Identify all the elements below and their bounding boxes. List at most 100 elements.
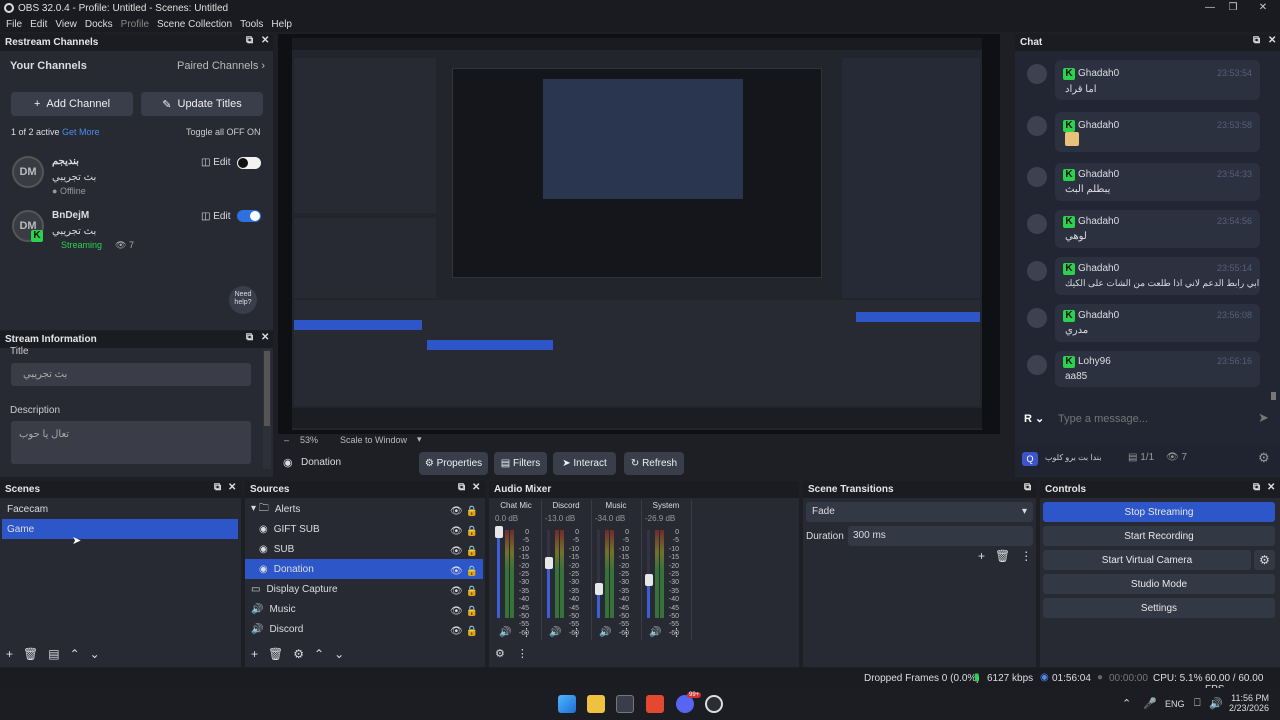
stop-streaming-button[interactable]: Stop Streaming	[1043, 502, 1275, 522]
windows-start-icon[interactable]	[558, 695, 576, 713]
transition-select[interactable]: Fade ▾	[806, 502, 1033, 522]
volume-fader-fill[interactable]	[547, 560, 550, 618]
mute-button[interactable]: 🔊	[499, 627, 511, 638]
need-help-button[interactable]: Need help?	[229, 286, 257, 314]
trash-icon[interactable]: 🗑	[23, 647, 38, 661]
chat-username[interactable]: Ghadah0	[1078, 120, 1119, 131]
float-dock-icon[interactable]: ⧉	[1024, 482, 1031, 493]
menu-tools[interactable]: Tools	[240, 19, 263, 30]
add-scene-icon[interactable]: +	[6, 647, 13, 661]
get-more-link[interactable]: Get More	[62, 127, 100, 137]
tray-chevron-icon[interactable]: ⌃	[1122, 697, 1131, 710]
add-channel-button[interactable]: + Add Channel	[11, 92, 133, 116]
title-input[interactable]: بث تجريبي	[11, 363, 251, 386]
menu-dots-icon[interactable]: ⋮	[1020, 549, 1032, 563]
eye-icon[interactable]: 👁 🔒	[450, 582, 478, 602]
network-icon[interactable]: ⎕	[1194, 697, 1201, 710]
chevron-down-icon[interactable]: ⌄	[334, 647, 344, 661]
menu-edit[interactable]: Edit	[30, 19, 47, 30]
source-item[interactable]: ▾ 🗀 Alerts	[245, 499, 483, 519]
eye-icon[interactable]: 👁 🔒	[450, 502, 478, 522]
float-dock-icon[interactable]: ⧉	[246, 35, 253, 46]
studio-mode-button[interactable]: Studio Mode	[1043, 574, 1275, 594]
chat-username[interactable]: Lohy96	[1078, 356, 1111, 367]
source-item[interactable]: 🔊 Music	[245, 599, 483, 619]
start-virtual-camera-button[interactable]: Start Virtual Camera	[1043, 550, 1251, 570]
volume-fader-knob[interactable]	[495, 526, 503, 538]
close-dock-icon[interactable]: ✕	[1267, 482, 1275, 493]
channel-edit-button[interactable]: ◫ Edit	[201, 157, 230, 168]
gear-icon[interactable]: ⚙	[1254, 550, 1275, 570]
toggle-all[interactable]: Toggle all OFF ON	[186, 127, 261, 137]
channel-toggle[interactable]	[237, 210, 261, 222]
chevron-up-icon[interactable]: ⌃	[314, 647, 324, 661]
menu-file[interactable]: File	[6, 19, 22, 30]
float-dock-icon[interactable]: ⧉	[214, 482, 221, 493]
brave-browser-icon[interactable]	[646, 695, 664, 713]
scrollbar-thumb[interactable]	[264, 351, 270, 426]
scrollbar[interactable]	[263, 349, 271, 469]
chevron-down-icon[interactable]: ▾	[417, 434, 422, 445]
description-input[interactable]: تعال يا حوب	[11, 421, 251, 464]
filter-icon[interactable]: ▤	[48, 647, 59, 661]
menu-profile[interactable]: Profile	[121, 19, 149, 30]
channel-toggle[interactable]	[237, 157, 261, 169]
send-icon[interactable]: ➤	[1258, 410, 1269, 426]
scene-item[interactable]: Game	[2, 519, 238, 539]
volume-icon[interactable]: 🔊	[1209, 697, 1223, 710]
source-item[interactable]: ◉ Donation	[245, 559, 483, 579]
close-dock-icon[interactable]: ✕	[1268, 35, 1276, 46]
language-indicator[interactable]: ENG	[1165, 699, 1185, 709]
volume-fader-fill[interactable]	[497, 530, 500, 618]
volume-fader-knob[interactable]	[645, 574, 653, 587]
menu-docks[interactable]: Docks	[85, 19, 113, 30]
source-item[interactable]: ▭ Display Capture	[245, 579, 483, 599]
chevron-down-icon[interactable]: ⌄	[90, 647, 100, 661]
store-icon[interactable]	[616, 695, 634, 713]
preview-canvas[interactable]	[278, 34, 1000, 434]
channel-edit-button[interactable]: ◫ Edit	[201, 211, 230, 222]
close-button[interactable]: ✕	[1248, 0, 1278, 16]
chat-scrollbar[interactable]	[1271, 392, 1276, 400]
interact-button[interactable]: ➤ Interact	[553, 452, 616, 475]
close-dock-icon[interactable]: ✕	[472, 482, 480, 493]
start-recording-button[interactable]: Start Recording	[1043, 526, 1275, 546]
settings-button[interactable]: Settings	[1043, 598, 1275, 618]
eye-icon[interactable]: 👁 🔒	[450, 542, 478, 562]
filters-button[interactable]: ▤ Filters	[494, 452, 547, 475]
menu-help[interactable]: Help	[271, 19, 292, 30]
advanced-audio-icon[interactable]: ⚙	[495, 647, 505, 660]
volume-fader-knob[interactable]	[595, 583, 603, 596]
clock[interactable]: 11:56 PM 2/23/2026	[1227, 693, 1269, 713]
menu-scene-collection[interactable]: Scene Collection	[157, 19, 232, 30]
source-item[interactable]: 🔊 Discord	[245, 619, 483, 639]
duration-input[interactable]: 300 ms	[848, 526, 1033, 546]
close-dock-icon[interactable]: ✕	[228, 482, 236, 493]
close-dock-icon[interactable]: ✕	[261, 332, 269, 343]
file-explorer-icon[interactable]	[587, 695, 605, 713]
scale-dropdown[interactable]: Scale to Window	[340, 435, 407, 445]
chat-username[interactable]: Ghadah0	[1078, 310, 1119, 321]
source-item[interactable]: ◉ SUB	[245, 539, 483, 559]
mute-button[interactable]: 🔊	[549, 627, 561, 638]
microphone-icon[interactable]: 🎤	[1143, 697, 1157, 710]
add-transition-icon[interactable]: +	[978, 549, 985, 563]
paired-channels-tab[interactable]: Paired Channels ›	[177, 60, 265, 72]
trash-icon[interactable]: 🗑	[268, 647, 283, 661]
obs-taskbar-icon[interactable]	[705, 695, 723, 713]
trash-icon[interactable]: 🗑	[995, 549, 1010, 563]
restream-r-icon[interactable]: R ⌄	[1024, 412, 1044, 425]
refresh-button[interactable]: ↻ Refresh	[624, 452, 684, 475]
gear-icon[interactable]: ⚙	[293, 647, 304, 661]
update-titles-button[interactable]: ✎ Update Titles	[141, 92, 263, 116]
float-dock-icon[interactable]: ⧉	[458, 482, 465, 493]
float-dock-icon[interactable]: ⧉	[246, 332, 253, 343]
minus-icon[interactable]: –	[284, 435, 289, 445]
eye-icon[interactable]: 👁 🔒	[450, 522, 478, 542]
float-dock-icon[interactable]: ⧉	[1253, 35, 1260, 46]
eye-icon[interactable]: 👁 🔒	[450, 562, 478, 582]
folder-expand-icon[interactable]: ▾ 🗀	[251, 501, 269, 518]
chevron-up-icon[interactable]: ⌃	[70, 647, 80, 661]
eye-icon[interactable]: 👁 🔒	[450, 622, 478, 642]
scene-item[interactable]: Facecam	[2, 499, 238, 519]
